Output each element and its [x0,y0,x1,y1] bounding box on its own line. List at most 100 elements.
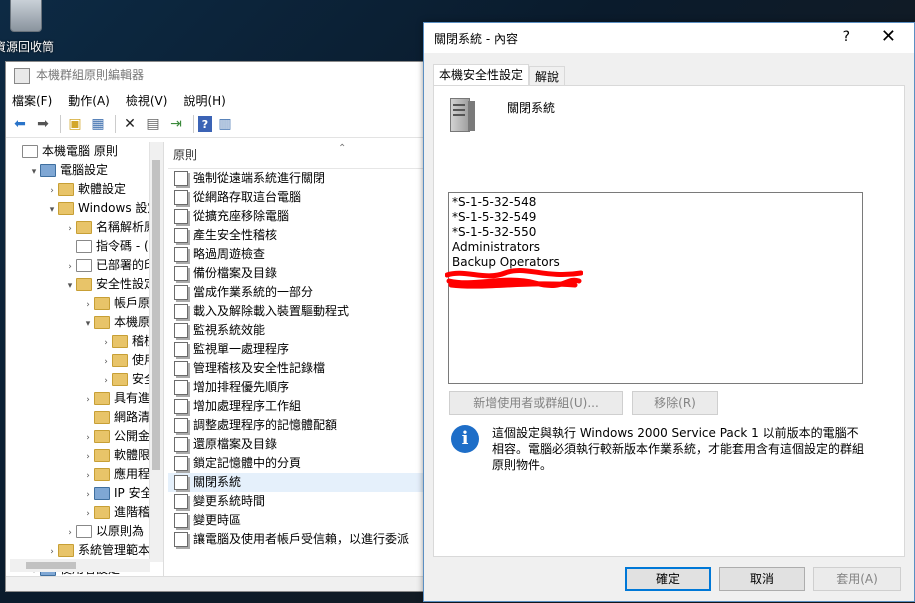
tree-item[interactable]: › 進階稽 [8,503,163,522]
up-folder-icon[interactable]: ▣ [65,114,85,134]
tree-item[interactable]: › 帳戶原 [8,294,163,313]
tree-item[interactable]: › 以原則為 [8,522,163,541]
policy-row[interactable]: 監視單一處理程序 [168,340,430,359]
policy-row[interactable]: 監視系統效能 [168,321,430,340]
tree-item[interactable]: 指令碼 - (I [8,237,163,256]
remove-button[interactable]: 移除(R) [632,391,718,415]
tree-item[interactable]: › 稽核 [8,332,163,351]
folder-icon [94,468,110,481]
scroll-thumb[interactable] [152,160,160,470]
tree-item[interactable]: 本機電腦 原則 [8,142,163,161]
policy-row[interactable]: 從網路存取這台電腦 [168,188,430,207]
tree-horizontal-scrollbar[interactable] [10,559,150,572]
tree-item[interactable]: ▾ Windows 設定 [8,199,163,218]
recycle-bin[interactable]: 資源回收筒 [0,0,60,56]
tree-item[interactable]: ▾ 電腦設定 [8,161,163,180]
policy-icon [174,247,188,262]
ok-button[interactable]: 確定 [625,567,711,591]
close-icon[interactable]: ✕ [881,26,896,47]
member-item[interactable]: Administrators [449,240,862,255]
tree-item[interactable]: ▾ 安全性設定 [8,275,163,294]
tree-item-label: 以原則為 [96,524,145,538]
tree-item[interactable]: › 應用程 [8,465,163,484]
policy-row[interactable]: 略過周遊檢查 [168,245,430,264]
menu-help[interactable]: 說明(H) [183,92,225,109]
member-item[interactable]: *S-1-5-32-550 [449,225,862,240]
forward-arrow-icon[interactable]: ➡ [33,114,53,134]
redaction-scribble [445,268,583,289]
policy-row[interactable]: 變更系統時間 [168,492,430,511]
policy-row[interactable]: 鎖定記憶體中的分頁 [168,454,430,473]
tree-item[interactable]: › 使用 [8,351,163,370]
add-user-or-group-button[interactable]: 新增使用者或群組(U)... [449,391,623,415]
policy-icon [174,304,188,319]
tree-item-label: 應用程 [114,467,151,481]
delete-icon[interactable]: ✕ [120,114,140,134]
policy-column-header[interactable]: 原則 ⌃ [168,142,430,169]
policy-row[interactable]: 增加排程優先順序 [168,378,430,397]
members-listbox[interactable]: *S-1-5-32-548 *S-1-5-32-549 *S-1-5-32-550 A… [445,192,863,384]
tree-item[interactable]: › 名稱解析原 [8,218,163,237]
policy-row[interactable]: 變更時區 [168,511,430,530]
help-button[interactable]: ? [843,29,850,45]
tree-item[interactable]: › 公開金 [8,427,163,446]
tree-item[interactable]: › 具有進 [8,389,163,408]
tab-local-security-setting[interactable]: 本機安全性設定 [433,64,530,87]
info-icon: i [451,425,479,453]
menu-file[interactable]: 檔案(F) [12,92,52,109]
policy-row[interactable]: 從擴充座移除電腦 [168,207,430,226]
export-list-icon[interactable]: ⇥ [166,114,186,134]
policy-row[interactable]: 關閉系統 [168,473,430,492]
policy-icon [174,475,188,490]
policy-label: 載入及解除載入裝置驅動程式 [193,304,350,318]
help-icon[interactable]: ? [198,116,212,132]
policy-row[interactable]: 管理稽核及安全性記錄檔 [168,359,430,378]
tree-item[interactable]: › IP 安全 [8,484,163,503]
folder-icon [94,449,110,462]
policy-icon [174,380,188,395]
policy-label: 變更系統時間 [193,494,266,508]
tab-explain[interactable]: 解說 [529,66,566,87]
cancel-button[interactable]: 取消 [719,567,805,591]
back-arrow-icon[interactable]: ⬅ [10,114,30,134]
policy-row[interactable]: 強制從遠端系統進行關閉 [168,169,430,188]
policy-row[interactable]: 備份檔案及目錄 [168,264,430,283]
policy-label: 從擴充座移除電腦 [193,209,290,223]
gpo-menubar: 檔案(F) 動作(A) 檢視(V) 說明(H) [6,89,431,111]
policy-row[interactable]: 產生安全性稽核 [168,226,430,245]
gpo-titlebar[interactable]: 本機群組原則編輯器 [6,62,431,89]
policy-row[interactable]: 讓電腦及使用者帳戶受信賴，以進行委派 [168,530,430,549]
properties-icon[interactable]: ▤ [143,114,163,134]
menu-view[interactable]: 檢視(V) [126,92,168,109]
policy-label: 強制從遠端系統進行關閉 [193,171,326,185]
tree-item[interactable]: › 軟體設定 [8,180,163,199]
member-item[interactable]: *S-1-5-32-549 [449,210,862,225]
group-policy-editor-window: 本機群組原則編輯器 檔案(F) 動作(A) 檢視(V) 說明(H) ⬅ ➡ ▣ … [5,61,432,592]
policy-icon [174,190,188,205]
member-item[interactable]: *S-1-5-32-548 [449,195,862,210]
show-hide-tree-icon[interactable]: ▦ [88,114,108,134]
policy-icon [174,418,188,433]
tree-item[interactable]: 網路清 [8,408,163,427]
tree-item[interactable]: › 軟體限 [8,446,163,465]
tree-vertical-scrollbar[interactable] [149,142,163,562]
tree-item-label: 本機原 [114,315,151,329]
policy-row[interactable]: 增加處理程序工作組 [168,397,430,416]
tree-item[interactable]: ▾ 本機原 [8,313,163,332]
server-icon [448,98,476,132]
tree-item[interactable]: › 系統管理範本 [8,541,163,560]
console-icon[interactable]: ▥ [215,114,235,134]
policy-row[interactable]: 當成作業系統的一部分 [168,283,430,302]
policy-row[interactable]: 調整處理程序的記憶體配額 [168,416,430,435]
menu-action[interactable]: 動作(A) [68,92,110,109]
tree-item[interactable]: › 已部署的印 [8,256,163,275]
scroll-thumb[interactable] [26,562,76,569]
policy-row[interactable]: 還原檔案及目錄 [168,435,430,454]
tree-item[interactable]: › 安全 [8,370,163,389]
policy-row[interactable]: 載入及解除載入裝置驅動程式 [168,302,430,321]
apply-button[interactable]: 套用(A) [813,567,901,591]
folder-icon [112,335,128,348]
tree-item-label: 具有進 [114,391,151,405]
computer-icon [40,164,56,177]
dialog-titlebar[interactable]: 關閉系統 - 內容 ? ✕ [424,23,914,53]
